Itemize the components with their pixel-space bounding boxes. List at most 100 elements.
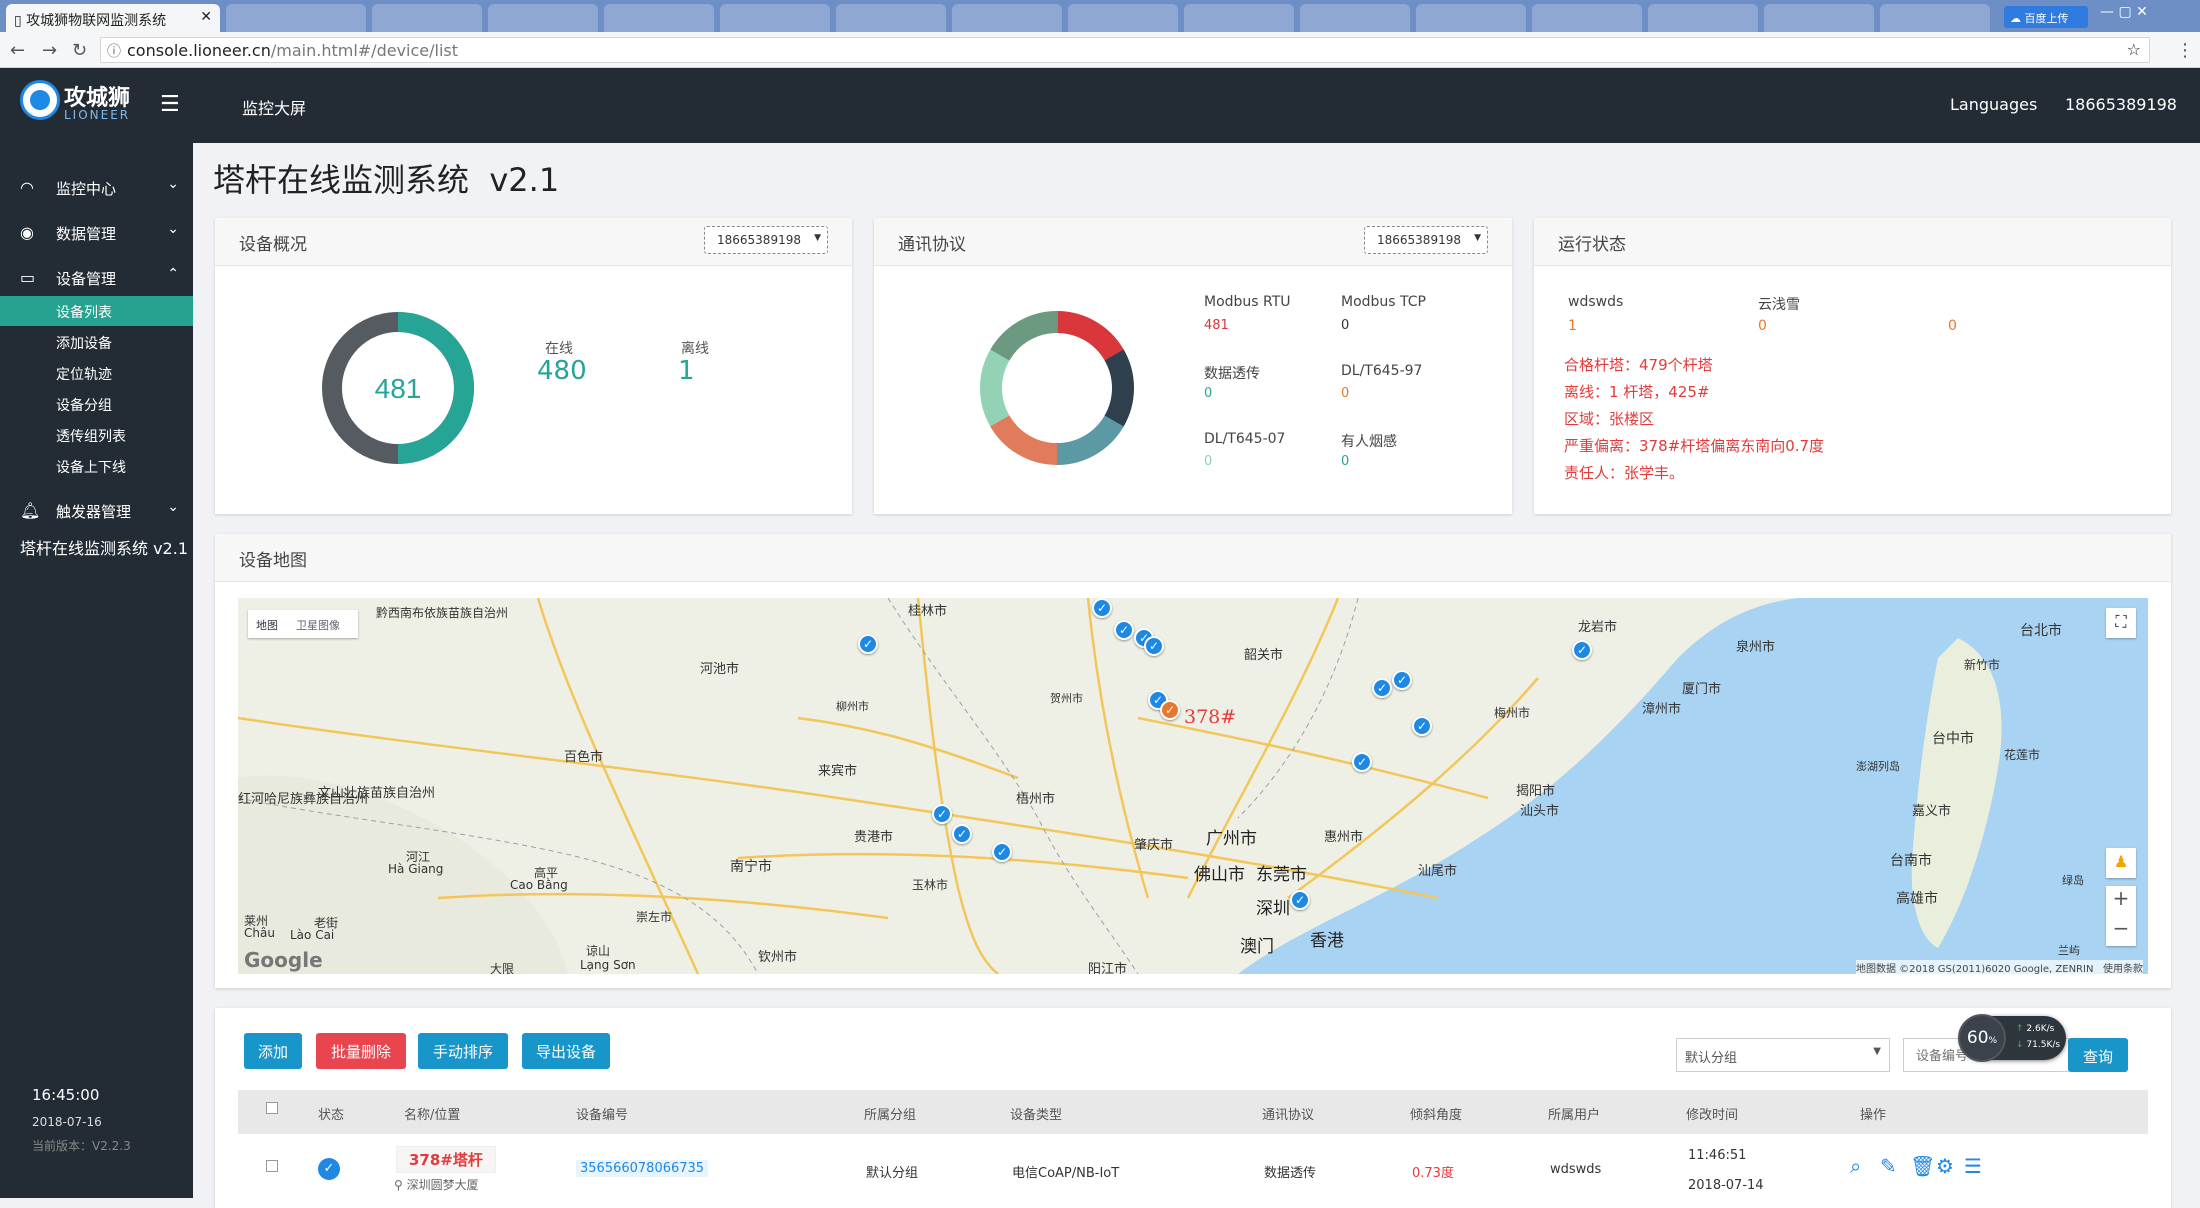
device-marker[interactable]: ✓ — [992, 842, 1012, 862]
nav-monitor-screen[interactable]: 监控大屏 — [242, 95, 306, 119]
logo-icon — [20, 80, 60, 120]
browser-tab[interactable] — [226, 4, 366, 32]
browser-tab[interactable] — [952, 4, 1062, 32]
fullscreen-icon[interactable]: ⛶ — [2106, 608, 2136, 638]
sidebar-sub-online-offline[interactable]: 设备上下线 — [0, 451, 193, 481]
column-header[interactable]: 设备类型 — [1010, 1104, 1062, 1123]
sidebar-item-trigger-management[interactable]: 🔔︎ 触发器管理 ⌄ — [0, 491, 193, 531]
languages-menu[interactable]: Languages — [1950, 95, 2037, 114]
sidebar-sub-device-group[interactable]: 设备分组 — [0, 389, 193, 419]
browser-tab[interactable] — [1880, 4, 1990, 32]
map-attribution[interactable]: 地图数据 ©2018 GS(2011)6020 Google, ZENRIN 使… — [1856, 960, 2143, 974]
table-row[interactable]: ✓ 378#塔杆 ⚲ 深圳圆梦大厦 356566078066735 默认分组 电… — [238, 1134, 2148, 1198]
forward-icon[interactable]: → — [42, 40, 57, 61]
export-button[interactable]: 导出设备 — [522, 1033, 610, 1069]
map-city-label: 大限 — [490, 962, 515, 974]
reload-icon[interactable]: ↻ — [72, 40, 87, 61]
select-all-checkbox[interactable] — [266, 1102, 278, 1114]
map-city-label: Hà Giang — [388, 862, 444, 876]
trash-icon[interactable]: 🗑︎ — [1910, 1154, 1935, 1178]
column-header[interactable]: 所属分组 — [864, 1104, 916, 1123]
browser-tab[interactable] — [1184, 4, 1294, 32]
column-header[interactable]: 修改时间 — [1686, 1104, 1738, 1123]
browser-tab[interactable] — [720, 4, 830, 32]
sidebar-item-data-management[interactable]: ◉ 数据管理 ⌄ — [0, 213, 193, 253]
device-marker[interactable]: ✓ — [1290, 890, 1310, 910]
bookmark-star-icon[interactable]: ☆ — [2127, 40, 2141, 59]
device-marker[interactable]: ✓ — [952, 824, 972, 844]
status-line: 区域：张楼区 — [1564, 410, 1655, 428]
map-type-map[interactable]: 地图 — [256, 617, 278, 633]
user-select[interactable]: 18665389198 ▼ — [1364, 226, 1488, 254]
device-marker[interactable]: ✓ — [932, 804, 952, 824]
device-id[interactable]: 356566078066735 — [576, 1160, 709, 1177]
edit-icon[interactable]: ✎ — [1880, 1154, 1897, 1178]
add-button[interactable]: 添加 — [244, 1033, 302, 1069]
url-input[interactable]: ⓘ console.lioneer.cn/main.html#/device/l… — [100, 37, 2150, 63]
device-marker[interactable]: ✓ — [1572, 640, 1592, 660]
sidebar-sub-track[interactable]: 定位轨迹 — [0, 358, 193, 388]
zoom-in-button[interactable]: + — [2106, 886, 2136, 916]
gear-icon[interactable]: ⚙ — [1936, 1154, 1954, 1178]
close-icon[interactable]: ✕ — [200, 9, 212, 25]
device-marker[interactable]: ✓ — [1114, 620, 1134, 640]
search-icon[interactable]: ⌕ — [1850, 1154, 1861, 1178]
sidebar-sub-passthrough-group[interactable]: 透传组列表 — [0, 420, 193, 450]
sidebar-item-device-management[interactable]: ▭ 设备管理 ⌃ — [0, 258, 193, 298]
zoom-out-button[interactable]: − — [2106, 916, 2136, 946]
browser-tab[interactable] — [1648, 4, 1758, 32]
column-header[interactable]: 名称/位置 — [404, 1104, 460, 1123]
speed-widget[interactable]: 60% ↑ 2.6K/s ↓ 71.5K/s — [1958, 1014, 2066, 1062]
browser-tab[interactable] — [1300, 4, 1410, 32]
sliders-icon[interactable]: ☰ — [1964, 1154, 1982, 1178]
upload-badge-label: 百度上传 — [2024, 12, 2069, 25]
manual-sort-button[interactable]: 手动排序 — [418, 1033, 508, 1069]
device-marker[interactable]: ✓ — [1352, 752, 1372, 772]
browser-tab[interactable] — [1068, 4, 1178, 32]
device-marker[interactable]: ✓ — [1144, 636, 1164, 656]
upload-badge[interactable]: ☁ 百度上传 — [2004, 6, 2088, 28]
column-header[interactable]: 所属用户 — [1548, 1104, 1600, 1123]
street-view-icon[interactable]: ♟ — [2106, 848, 2136, 878]
browser-tab[interactable] — [1532, 4, 1642, 32]
row-checkbox[interactable] — [266, 1160, 278, 1172]
device-map[interactable]: 地图 卫星图像 ⛶ ♟ + − Google 地图数据 ©2018 GS(201… — [238, 598, 2148, 974]
browser-tab[interactable] — [604, 4, 714, 32]
device-marker-alert[interactable]: ✓ — [1160, 700, 1180, 720]
browser-tab-active[interactable]: ▯ 攻城狮物联网监测系统 ✕ — [6, 4, 220, 32]
group-select[interactable]: 默认分组 ▼ — [1676, 1038, 1890, 1072]
card-title: 设备概况 — [239, 235, 307, 255]
user-select[interactable]: 18665389198 ▼ — [704, 226, 828, 254]
browser-tab[interactable] — [488, 4, 598, 32]
column-header[interactable]: 通讯协议 — [1262, 1104, 1314, 1123]
browser-tab[interactable] — [1764, 4, 1874, 32]
device-marker[interactable]: ✓ — [1392, 670, 1412, 690]
card-title: 设备地图 — [239, 551, 307, 571]
hamburger-icon[interactable]: ☰ — [160, 92, 180, 117]
device-marker[interactable]: ✓ — [1372, 678, 1392, 698]
column-header[interactable]: 状态 — [318, 1104, 344, 1123]
map-city-label: 桂林市 — [908, 604, 948, 619]
browser-tab[interactable] — [836, 4, 946, 32]
map-city-label: 韶关市 — [1244, 648, 1284, 663]
user-menu[interactable]: 18665389198 — [2065, 95, 2177, 114]
query-button[interactable]: 查询 — [2068, 1038, 2128, 1072]
sidebar-item-monitor-center[interactable]: ◠ 监控中心 ⌄ — [0, 168, 193, 208]
column-header[interactable]: 设备编号 — [576, 1104, 628, 1123]
map-city-label: Lạng Sơn — [580, 958, 636, 972]
device-marker[interactable]: ✓ — [1412, 716, 1432, 736]
sidebar-sub-device-list[interactable]: 设备列表 — [0, 296, 193, 326]
column-header[interactable]: 倾斜角度 — [1410, 1104, 1462, 1123]
device-name[interactable]: 378#塔杆 — [396, 1146, 496, 1173]
window-controls[interactable]: — ▢ ✕ — [2100, 4, 2148, 20]
device-marker[interactable]: ✓ — [858, 634, 878, 654]
device-marker[interactable]: ✓ — [1092, 598, 1112, 618]
back-icon[interactable]: ← — [10, 40, 25, 61]
browser-tab[interactable] — [1416, 4, 1526, 32]
batch-delete-button[interactable]: 批量删除 — [316, 1033, 406, 1069]
card-header: 设备概况 18665389198 ▼ — [215, 218, 852, 266]
browser-tab[interactable] — [372, 4, 482, 32]
menu-icon[interactable]: ⋮ — [2176, 40, 2194, 61]
sidebar-sub-add-device[interactable]: 添加设备 — [0, 327, 193, 357]
map-type-satellite[interactable]: 卫星图像 — [296, 617, 340, 633]
